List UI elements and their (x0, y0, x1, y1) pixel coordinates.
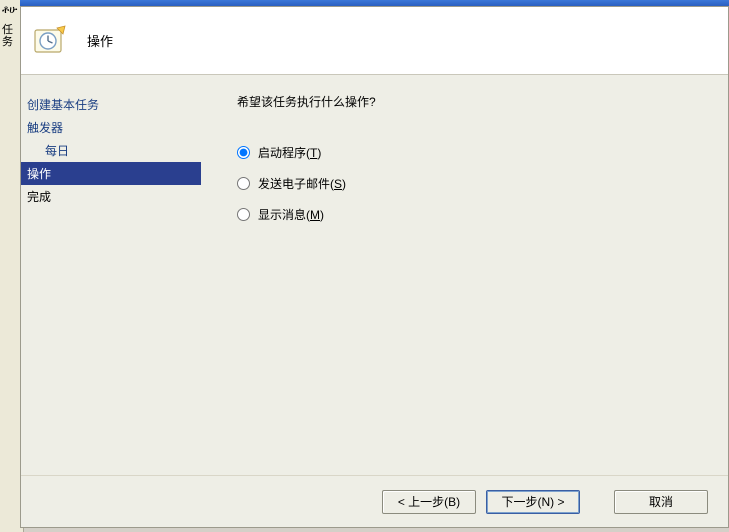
clock-task-icon (33, 24, 67, 58)
back-button[interactable]: < 上一步(B) (382, 490, 476, 514)
radio-send-email-input[interactable] (237, 177, 250, 190)
radio-send-email-label: 发送电子邮件(S) (258, 175, 346, 192)
sidebar-item-daily[interactable]: 每日 (21, 139, 201, 162)
sidebar-item-action[interactable]: 操作 (21, 162, 201, 185)
cancel-button[interactable]: 取消 (614, 490, 708, 514)
radio-start-program-input[interactable] (237, 146, 250, 159)
radio-display-message-label: 显示消息(M) (258, 206, 324, 223)
radio-display-message[interactable]: 显示消息(M) (237, 206, 708, 223)
action-question: 希望该任务执行什么操作? (237, 93, 708, 110)
wizard-sidebar: 创建基本任务 触发器 每日 操作 完成 (21, 75, 201, 475)
wizard-body: 创建基本任务 触发器 每日 操作 完成 希望该任务执行什么操作? 启动程序(T)… (21, 75, 728, 475)
sidebar-item-finish: 完成 (21, 185, 201, 208)
wizard-header: 操作 (21, 7, 728, 75)
radio-start-program-label: 启动程序(T) (258, 144, 321, 161)
radio-start-program[interactable]: 启动程序(T) (237, 144, 708, 161)
sidebar-item-trigger[interactable]: 触发器 (21, 116, 201, 139)
sidebar-item-create-basic-task[interactable]: 创建基本任务 (21, 93, 201, 116)
radio-display-message-input[interactable] (237, 208, 250, 221)
radio-send-email[interactable]: 发送电子邮件(S) (237, 175, 708, 192)
next-button[interactable]: 下一步(N) > (486, 490, 580, 514)
wizard-title: 操作 (87, 31, 113, 50)
wizard-footer: < 上一步(B) 下一步(N) > 取消 (21, 475, 728, 527)
wizard-window: 操作 创建基本任务 触发器 每日 操作 完成 希望该任务执行什么操作? 启动程序… (20, 6, 729, 528)
wizard-content: 希望该任务执行什么操作? 启动程序(T) 发送电子邮件(S) 显示消息(M) (201, 75, 728, 475)
